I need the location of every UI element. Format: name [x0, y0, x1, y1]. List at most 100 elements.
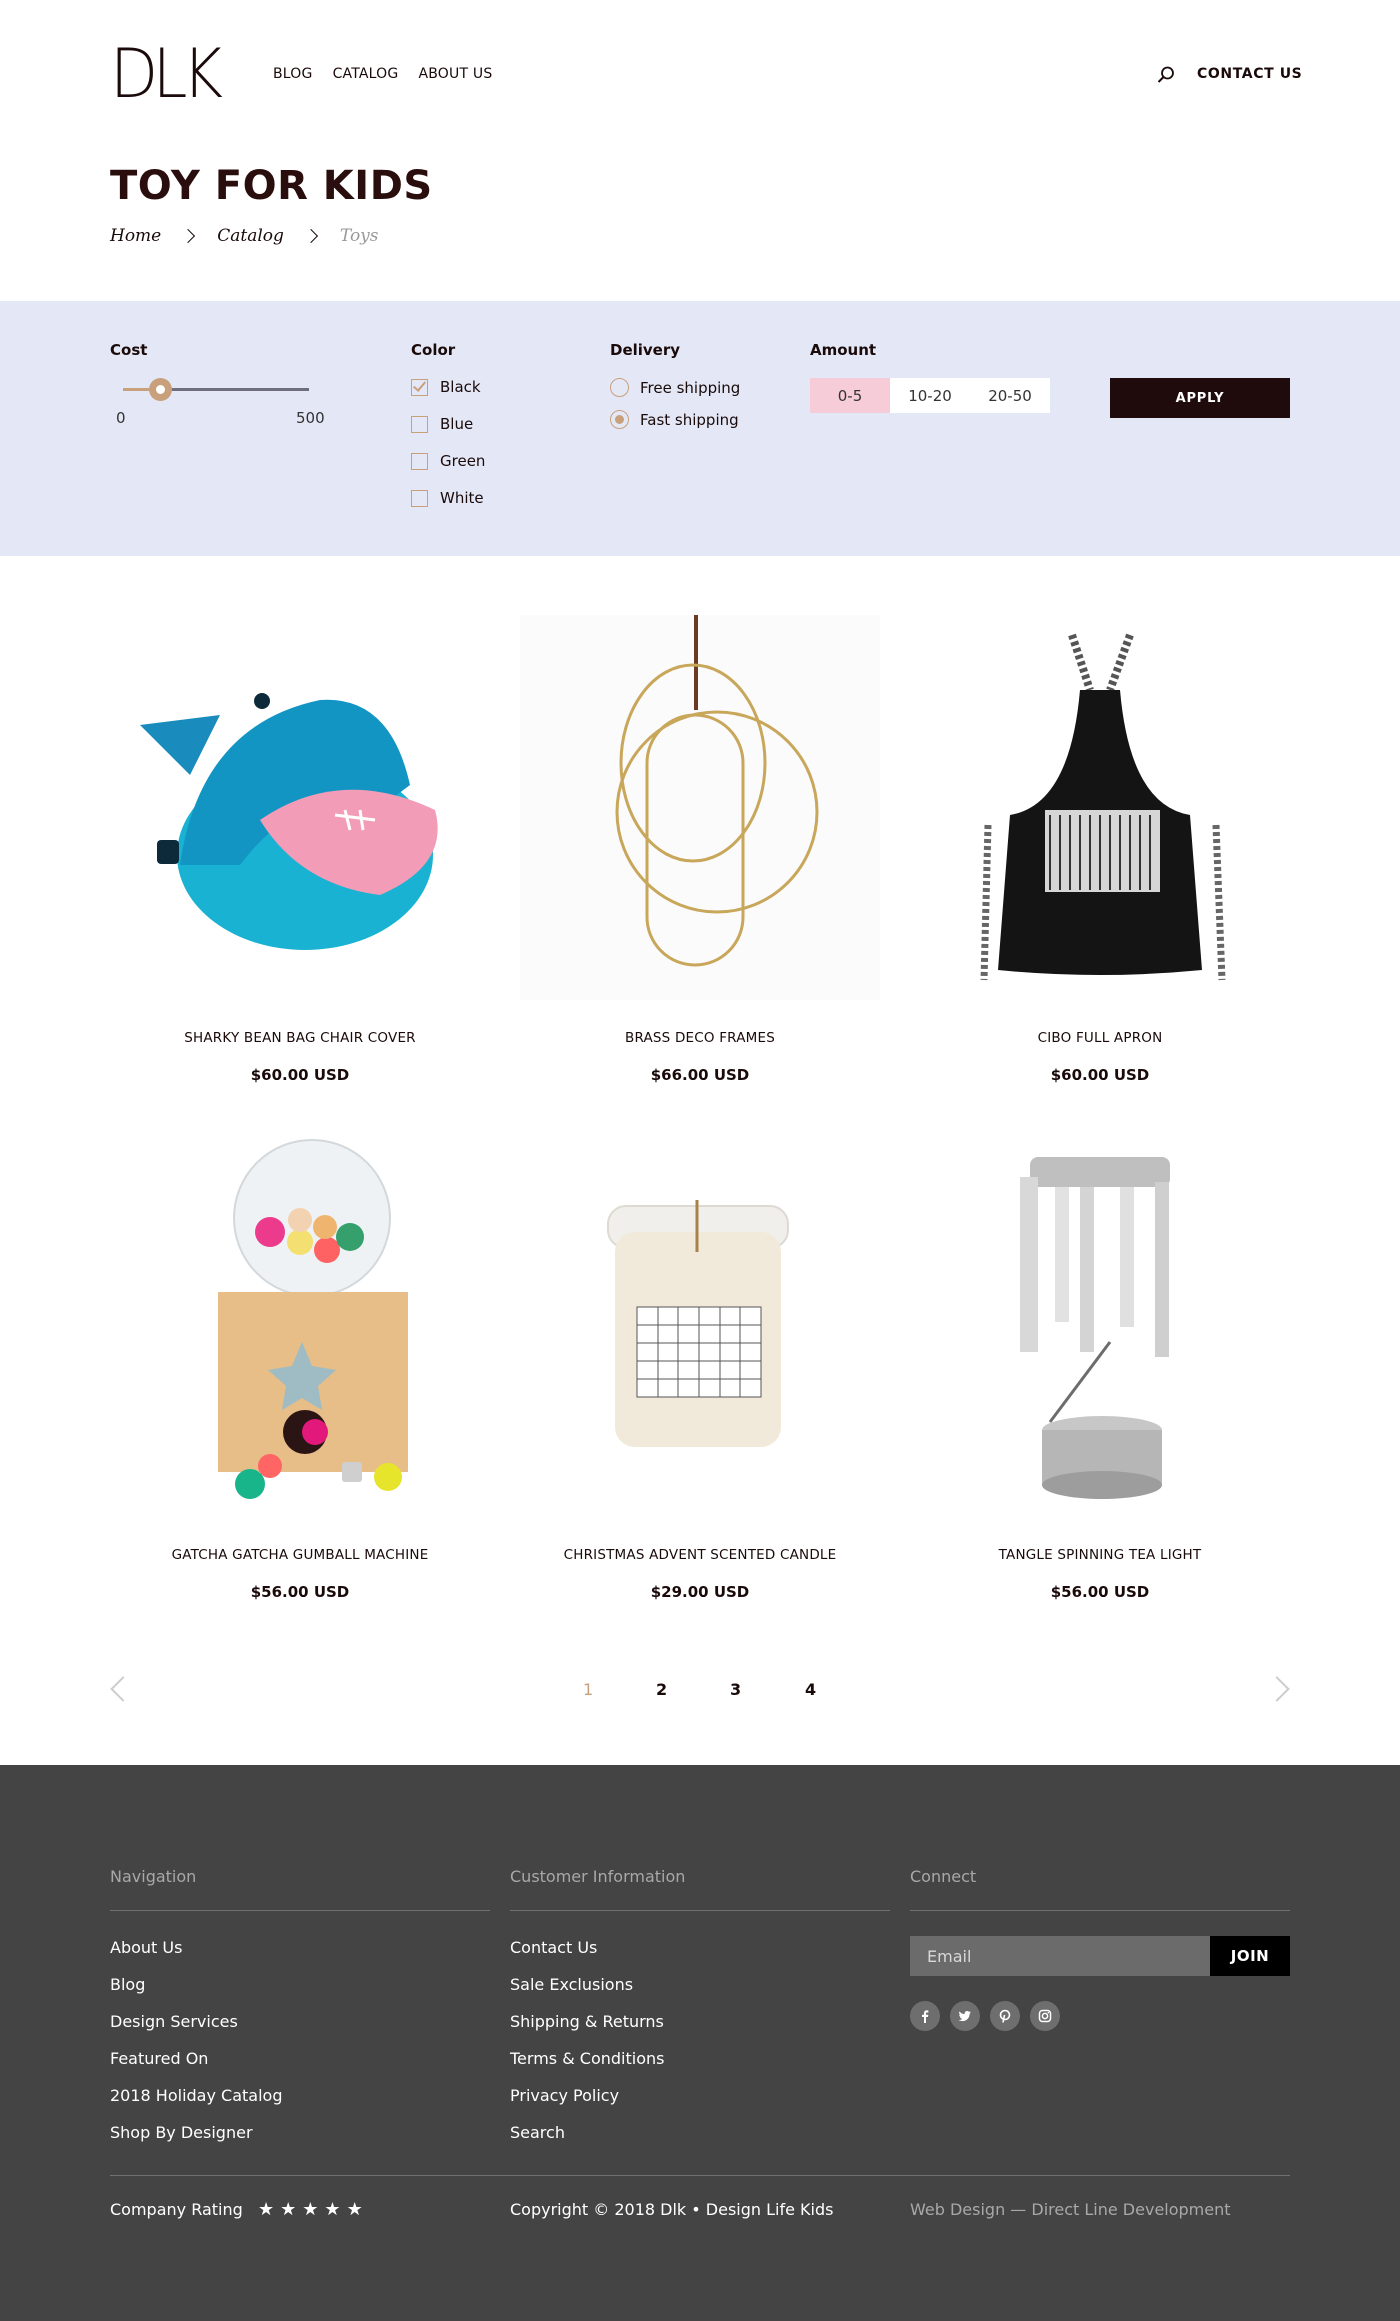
shark-bean-bag-image[interactable] — [120, 615, 480, 1000]
star-icon: ★ — [280, 2199, 297, 2220]
footer-link[interactable]: Blog — [110, 1975, 282, 2012]
product-name[interactable]: TANGLE SPINNING TEA LIGHT — [920, 1547, 1280, 1563]
product-price: $60.00 USD — [1050, 1066, 1150, 1084]
color-label: Color — [411, 341, 456, 359]
amount-option-10-20[interactable]: 10-20 — [890, 378, 970, 413]
chevron-right-icon — [303, 228, 318, 244]
footer-link[interactable]: Search — [510, 2123, 664, 2160]
footer-heading-connect: Connect — [910, 1867, 977, 1886]
tea-light-image[interactable] — [920, 1132, 1280, 1517]
brass-frames-image[interactable] — [520, 615, 880, 1000]
design-credit-link[interactable]: Web Design — Direct Line Development — [910, 2200, 1231, 2219]
footer-link[interactable]: 2018 Holiday Catalog — [110, 2086, 282, 2123]
cost-label: Cost — [110, 341, 148, 359]
color-option-green[interactable]: Green — [411, 452, 485, 470]
amount-selector: 0-5 10-20 20-50 — [810, 378, 1050, 413]
product-name[interactable]: SHARKY BEAN BAG CHAIR COVER — [120, 1030, 480, 1046]
cost-min: 0 — [116, 409, 126, 427]
color-option-blue[interactable]: Blue — [411, 415, 473, 433]
amount-option-0-5[interactable]: 0-5 — [810, 378, 890, 413]
footer-link[interactable]: About Us — [110, 1938, 282, 1975]
apply-button[interactable]: APPLY — [1110, 378, 1290, 418]
product-name[interactable]: CHRISTMAS ADVENT SCENTED CANDLE — [520, 1547, 880, 1563]
footer-customer-list: Contact Us Sale Exclusions Shipping & Re… — [510, 1938, 664, 2160]
color-option-label: Blue — [440, 415, 474, 433]
email-input[interactable]: Email — [910, 1936, 1210, 1976]
checkbox[interactable] — [411, 415, 428, 433]
page-2[interactable]: 2 — [656, 1680, 667, 1699]
color-option-label: Black — [440, 378, 481, 396]
checkbox[interactable] — [411, 452, 428, 470]
radio-button[interactable] — [610, 378, 629, 397]
radio-button-selected[interactable] — [610, 410, 629, 429]
footer-nav-list: About Us Blog Design Services Featured O… — [110, 1938, 282, 2160]
chevron-left-icon[interactable] — [110, 1676, 136, 1702]
nav-blog[interactable]: BLOG — [273, 66, 313, 82]
pinterest-icon[interactable] — [990, 2001, 1020, 2031]
search-icon[interactable] — [1156, 65, 1176, 85]
divider — [110, 1910, 490, 1911]
footer-link[interactable]: Featured On — [110, 2049, 282, 2086]
copyright: Copyright © 2018 Dlk • Design Life Kids — [510, 2200, 834, 2219]
footer-link[interactable]: Privacy Policy — [510, 2086, 664, 2123]
delivery-option-free[interactable]: Free shipping — [610, 378, 740, 397]
facebook-icon[interactable] — [910, 2001, 940, 2031]
logo[interactable]: DLK — [110, 40, 227, 110]
company-rating-label: Company Rating — [110, 2200, 243, 2219]
gumball-machine-image[interactable] — [120, 1132, 480, 1517]
product-price: $56.00 USD — [250, 1583, 350, 1601]
cost-slider-handle[interactable] — [149, 378, 173, 401]
checkbox-checked[interactable] — [411, 378, 428, 396]
join-button[interactable]: JOIN — [1210, 1936, 1290, 1976]
breadcrumb-catalog[interactable]: Catalog — [217, 226, 284, 246]
star-icon: ★ — [346, 2199, 363, 2220]
page-3[interactable]: 3 — [730, 1680, 741, 1699]
star-icon: ★ — [302, 2199, 319, 2220]
footer-link[interactable]: Contact Us — [510, 1938, 664, 1975]
star-icon: ★ — [258, 2199, 275, 2220]
product-price: $66.00 USD — [650, 1066, 750, 1084]
breadcrumb-home[interactable]: Home — [110, 226, 161, 246]
site-footer: Navigation About Us Blog Design Services… — [0, 1765, 1400, 2321]
cost-slider[interactable] — [123, 378, 309, 401]
delivery-option-fast[interactable]: Fast shipping — [610, 410, 739, 429]
color-option-label: White — [440, 489, 484, 507]
advent-candle-image[interactable] — [520, 1132, 880, 1517]
chevron-right-icon — [181, 228, 196, 244]
product-price: $56.00 USD — [1050, 1583, 1150, 1601]
page-title: TOY FOR KIDS — [110, 163, 433, 209]
divider — [110, 2175, 1290, 2176]
chevron-right-icon[interactable] — [1264, 1676, 1290, 1702]
delivery-label: Delivery — [610, 341, 681, 359]
star-icon: ★ — [324, 2199, 341, 2220]
product-price: $60.00 USD — [250, 1066, 350, 1084]
footer-link[interactable]: Design Services — [110, 2012, 282, 2049]
rating-stars: ★ ★ ★ ★ ★ — [258, 2201, 363, 2219]
contact-us-link[interactable]: CONTACT US — [1197, 66, 1302, 82]
footer-link[interactable]: Shipping & Returns — [510, 2012, 664, 2049]
page-4[interactable]: 4 — [805, 1680, 816, 1699]
nav-catalog[interactable]: CATALOG — [333, 66, 399, 82]
product-name[interactable]: GATCHA GATCHA GUMBALL MACHINE — [120, 1547, 480, 1563]
apron-image[interactable] — [920, 615, 1280, 1000]
product-name[interactable]: BRASS DECO FRAMES — [520, 1030, 880, 1046]
twitter-icon[interactable] — [950, 2001, 980, 2031]
breadcrumb: Home Catalog Toys — [110, 226, 379, 246]
footer-link[interactable]: Terms & Conditions — [510, 2049, 664, 2086]
amount-label: Amount — [810, 341, 877, 359]
footer-heading-customer-information: Customer Information — [510, 1867, 686, 1886]
divider — [510, 1910, 890, 1911]
footer-link[interactable]: Shop By Designer — [110, 2123, 282, 2160]
amount-option-20-50[interactable]: 20-50 — [970, 378, 1050, 413]
filter-panel: Cost 0 500 Color Black Blue Green White … — [0, 301, 1400, 556]
cost-max: 500 — [296, 409, 325, 427]
footer-link[interactable]: Sale Exclusions — [510, 1975, 664, 2012]
product-price: $29.00 USD — [650, 1583, 750, 1601]
nav-about-us[interactable]: ABOUT US — [418, 66, 492, 82]
product-name[interactable]: CIBO FULL APRON — [920, 1030, 1280, 1046]
page-1[interactable]: 1 — [583, 1680, 593, 1699]
instagram-icon[interactable] — [1030, 2001, 1060, 2031]
color-option-white[interactable]: White — [411, 489, 484, 507]
color-option-black[interactable]: Black — [411, 378, 481, 396]
checkbox[interactable] — [411, 489, 428, 507]
